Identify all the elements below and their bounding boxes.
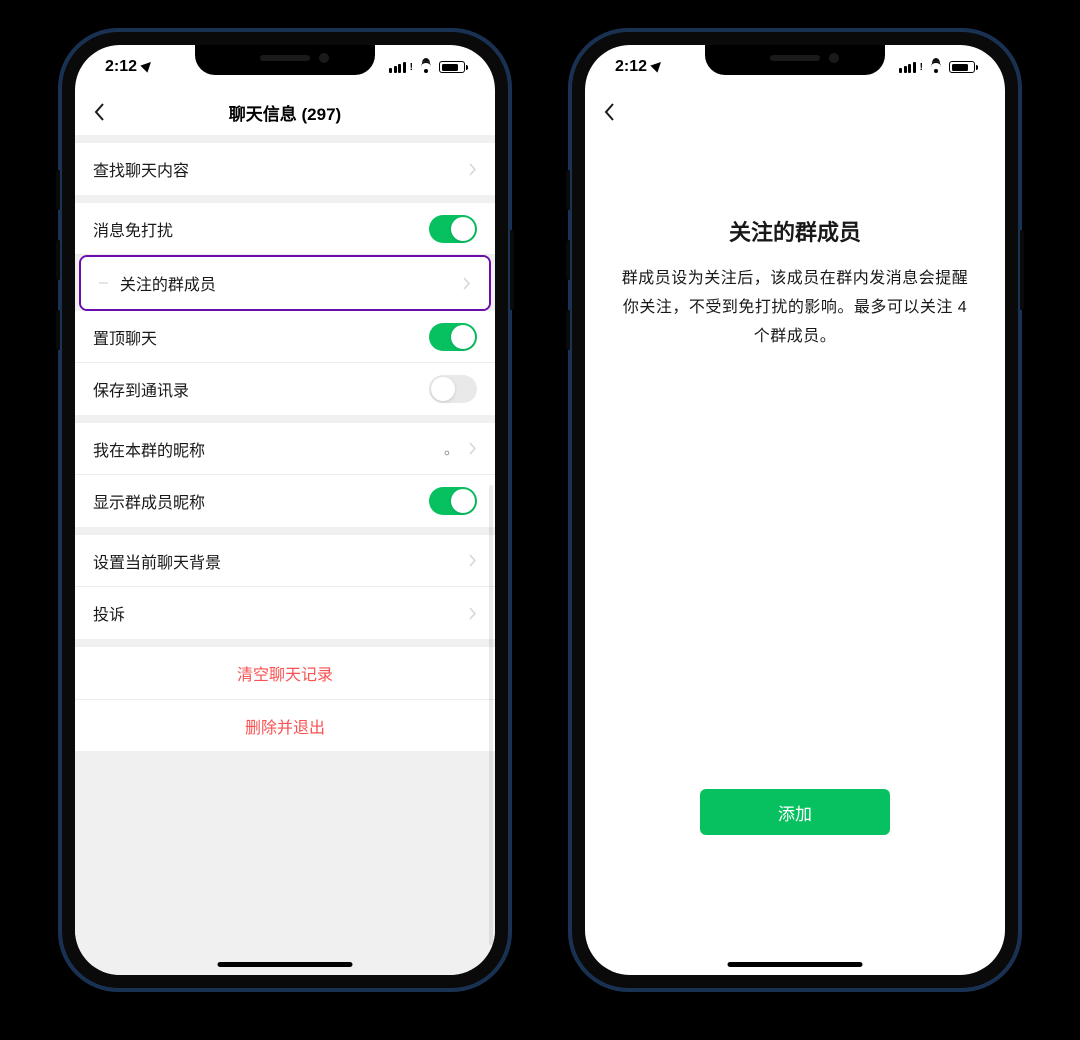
wifi-icon — [928, 61, 944, 73]
chevron-right-icon — [463, 277, 471, 290]
chevron-right-icon — [469, 442, 477, 455]
toggle-mute[interactable] — [429, 215, 477, 243]
highlighted-row: – 关注的群成员 — [79, 255, 491, 311]
location-icon — [140, 59, 154, 73]
row-label: 投诉 — [93, 601, 469, 625]
back-button[interactable] — [87, 100, 111, 124]
row-save-contacts[interactable]: 保存到通讯录 — [75, 363, 495, 415]
chevron-right-icon — [469, 163, 477, 176]
toggle-save-contacts[interactable] — [429, 375, 477, 403]
nav-bar — [585, 89, 1005, 135]
row-show-nicknames[interactable]: 显示群成员昵称 — [75, 475, 495, 527]
status-time: 2:12 — [105, 58, 137, 76]
row-delete-leave[interactable]: 删除并退出 — [75, 699, 495, 751]
info-description: 群成员设为关注后，该成员在群内发消息会提醒你关注，不受到免打扰的影响。最多可以关… — [615, 265, 975, 351]
battery-icon — [439, 61, 465, 73]
row-label: 显示群成员昵称 — [93, 489, 429, 513]
home-indicator[interactable] — [728, 962, 863, 967]
row-my-nickname[interactable]: 我在本群的昵称 。 — [75, 423, 495, 475]
row-label: 关注的群成员 — [120, 271, 463, 295]
chevron-left-icon — [603, 102, 615, 122]
page-title: 聊天信息 (297) — [75, 100, 495, 125]
row-value: 。 — [444, 438, 459, 459]
wifi-icon — [418, 61, 434, 73]
row-label: 置顶聊天 — [93, 325, 429, 349]
phone-left: 2:12 ! 聊天信息 (297) 查找聊天内容 — [60, 30, 510, 990]
back-button[interactable] — [597, 100, 621, 124]
row-mute[interactable]: 消息免打扰 — [75, 203, 495, 255]
row-label: 我在本群的昵称 — [93, 437, 444, 461]
signal-icon — [899, 62, 916, 73]
chevron-left-icon — [93, 102, 105, 122]
status-time: 2:12 — [615, 58, 647, 76]
add-button-label: 添加 — [778, 800, 812, 825]
danger-label: 删除并退出 — [245, 714, 325, 738]
location-icon — [650, 59, 664, 73]
home-indicator[interactable] — [218, 962, 353, 967]
screen-watched-members: 2:12 ! 关注的群成员 群成员设为关注后，该成员在群内发消息会提醒你关注，不… — [585, 45, 1005, 975]
nav-bar: 聊天信息 (297) — [75, 89, 495, 135]
info-title: 关注的群成员 — [615, 215, 975, 247]
row-label: 设置当前聊天背景 — [93, 549, 469, 573]
row-pin[interactable]: 置顶聊天 — [75, 311, 495, 363]
row-label: 保存到通讯录 — [93, 377, 429, 401]
toggle-pin[interactable] — [429, 323, 477, 351]
settings-list[interactable]: 查找聊天内容 消息免打扰 – 关注的群成员 置顶 — [75, 135, 495, 975]
row-label: 查找聊天内容 — [93, 157, 469, 181]
info-content: 关注的群成员 群成员设为关注后，该成员在群内发消息会提醒你关注，不受到免打扰的影… — [585, 135, 1005, 351]
row-clear-history[interactable]: 清空聊天记录 — [75, 647, 495, 699]
signal-icon — [389, 62, 406, 73]
screen-chat-info: 2:12 ! 聊天信息 (297) 查找聊天内容 — [75, 45, 495, 975]
battery-icon — [949, 61, 975, 73]
signal-alert-icon: ! — [920, 62, 923, 73]
indent-marker-icon: – — [99, 274, 108, 292]
chevron-right-icon — [469, 554, 477, 567]
notch — [705, 45, 885, 75]
add-button[interactable]: 添加 — [700, 789, 890, 835]
chevron-right-icon — [469, 607, 477, 620]
row-label: 消息免打扰 — [93, 217, 429, 241]
row-report[interactable]: 投诉 — [75, 587, 495, 639]
scrollbar[interactable] — [489, 485, 493, 945]
notch — [195, 45, 375, 75]
danger-label: 清空聊天记录 — [237, 661, 333, 685]
row-search-chat[interactable]: 查找聊天内容 — [75, 143, 495, 195]
row-chat-background[interactable]: 设置当前聊天背景 — [75, 535, 495, 587]
toggle-show-nicknames[interactable] — [429, 487, 477, 515]
row-watched-members[interactable]: – 关注的群成员 — [81, 257, 489, 309]
signal-alert-icon: ! — [410, 62, 413, 73]
phone-right: 2:12 ! 关注的群成员 群成员设为关注后，该成员在群内发消息会提醒你关注，不… — [570, 30, 1020, 990]
